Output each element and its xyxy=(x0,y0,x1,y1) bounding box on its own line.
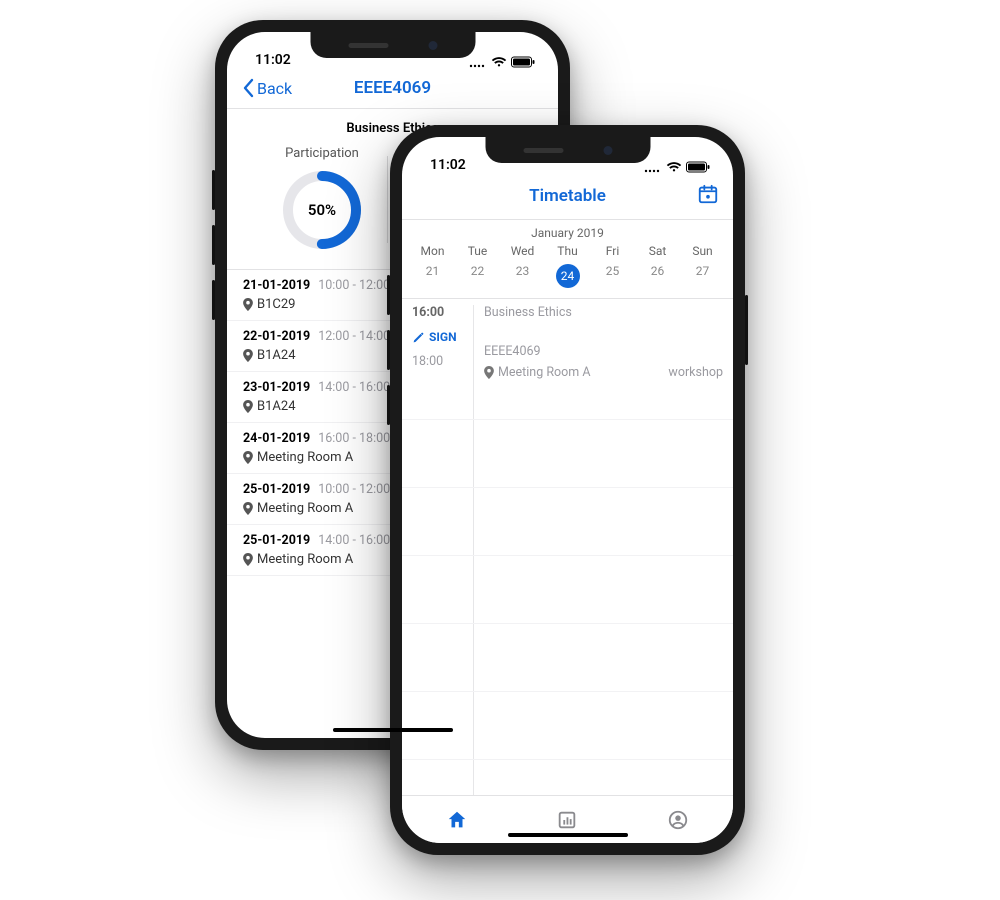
session-date: 25-01-2019 xyxy=(243,482,310,497)
participation-widget: Participation 50% xyxy=(257,146,387,253)
weekday-label: Mon xyxy=(410,242,455,260)
session-date: 22-01-2019 xyxy=(243,329,310,344)
calendar-button[interactable] xyxy=(697,183,719,209)
tab-stats[interactable] xyxy=(556,809,578,831)
session-time: 14:00 - 16:00 xyxy=(318,380,390,395)
status-time: 11:02 xyxy=(255,52,291,68)
event-end-time: 18:00 xyxy=(412,354,467,369)
device-notch xyxy=(310,32,475,58)
week-day[interactable]: 26 xyxy=(635,260,680,292)
weekday-label: Sat xyxy=(635,242,680,260)
home-indicator[interactable] xyxy=(508,833,628,837)
divider xyxy=(387,156,388,243)
back-label: Back xyxy=(257,79,292,98)
wifi-icon xyxy=(491,56,507,68)
cellular-icon xyxy=(469,56,487,68)
session-location: B1A24 xyxy=(257,399,296,414)
battery-icon xyxy=(686,161,711,173)
week-day[interactable]: 27 xyxy=(680,260,725,292)
sign-label: SIGN xyxy=(429,330,457,344)
status-time: 11:02 xyxy=(430,157,466,173)
participation-donut: 50% xyxy=(279,167,365,253)
week-day[interactable]: 23 xyxy=(500,260,545,292)
nav-header: Timetable xyxy=(402,175,733,220)
session-location: B1A24 xyxy=(257,348,296,363)
session-date: 24-01-2019 xyxy=(243,431,310,446)
battery-icon xyxy=(511,56,536,68)
location-pin-icon xyxy=(243,451,253,464)
event-location: Meeting Room A xyxy=(498,365,591,380)
tab-profile[interactable] xyxy=(667,809,689,831)
session-time: 10:00 - 12:00 xyxy=(318,278,390,293)
session-time: 12:00 - 14:00 xyxy=(318,329,390,344)
participation-percent: 50% xyxy=(279,167,365,253)
device-notch xyxy=(485,137,650,163)
event-title: Business Ethics xyxy=(484,305,723,320)
session-location: B1C29 xyxy=(257,297,295,312)
week-day[interactable]: 22 xyxy=(455,260,500,292)
month-label: January 2019 xyxy=(402,220,733,242)
session-location: Meeting Room A xyxy=(257,552,353,567)
session-time: 14:00 - 16:00 xyxy=(318,533,390,548)
week-day[interactable]: 21 xyxy=(410,260,455,292)
wifi-icon xyxy=(666,161,682,173)
tab-home[interactable] xyxy=(446,809,468,831)
phone-timetable: 11:02 Timetable January 2019 MonTueWed xyxy=(390,125,745,855)
back-button[interactable]: Back xyxy=(241,78,292,98)
location-pin-icon xyxy=(243,298,253,311)
page-title: Timetable xyxy=(402,186,733,206)
location-pin-icon xyxy=(243,553,253,566)
location-pin-icon xyxy=(243,400,253,413)
weekday-label: Thu xyxy=(545,242,590,260)
session-time: 10:00 - 12:00 xyxy=(318,482,390,497)
participation-label: Participation xyxy=(257,146,387,161)
session-location: Meeting Room A xyxy=(257,501,353,516)
week-day[interactable]: 25 xyxy=(590,260,635,292)
week-row: MonTueWedThuFriSatSun 21222324252627 xyxy=(402,242,733,299)
event-type: workshop xyxy=(668,365,723,380)
location-pin-icon xyxy=(243,502,253,515)
session-date: 23-01-2019 xyxy=(243,380,310,395)
nav-header: Back EEEE4069 xyxy=(227,70,558,109)
agenda[interactable]: 16:00 SIGN 18:00 Business Ethics EEEE406… xyxy=(402,299,733,795)
location-pin-icon xyxy=(243,349,253,362)
session-location: Meeting Room A xyxy=(257,450,353,465)
cellular-icon xyxy=(644,161,662,173)
event-code: EEEE4069 xyxy=(484,344,723,359)
location-pin-icon xyxy=(484,366,494,379)
weekday-label: Sun xyxy=(680,242,725,260)
sign-button[interactable]: SIGN xyxy=(412,330,467,344)
session-time: 16:00 - 18:00 xyxy=(318,431,390,446)
weekday-label: Fri xyxy=(590,242,635,260)
week-day[interactable]: 24 xyxy=(545,260,590,292)
weekday-label: Tue xyxy=(455,242,500,260)
weekday-label: Wed xyxy=(500,242,545,260)
session-date: 25-01-2019 xyxy=(243,533,310,548)
session-date: 21-01-2019 xyxy=(243,278,310,293)
home-indicator[interactable] xyxy=(333,728,453,732)
event-start-time: 16:00 xyxy=(412,305,467,320)
